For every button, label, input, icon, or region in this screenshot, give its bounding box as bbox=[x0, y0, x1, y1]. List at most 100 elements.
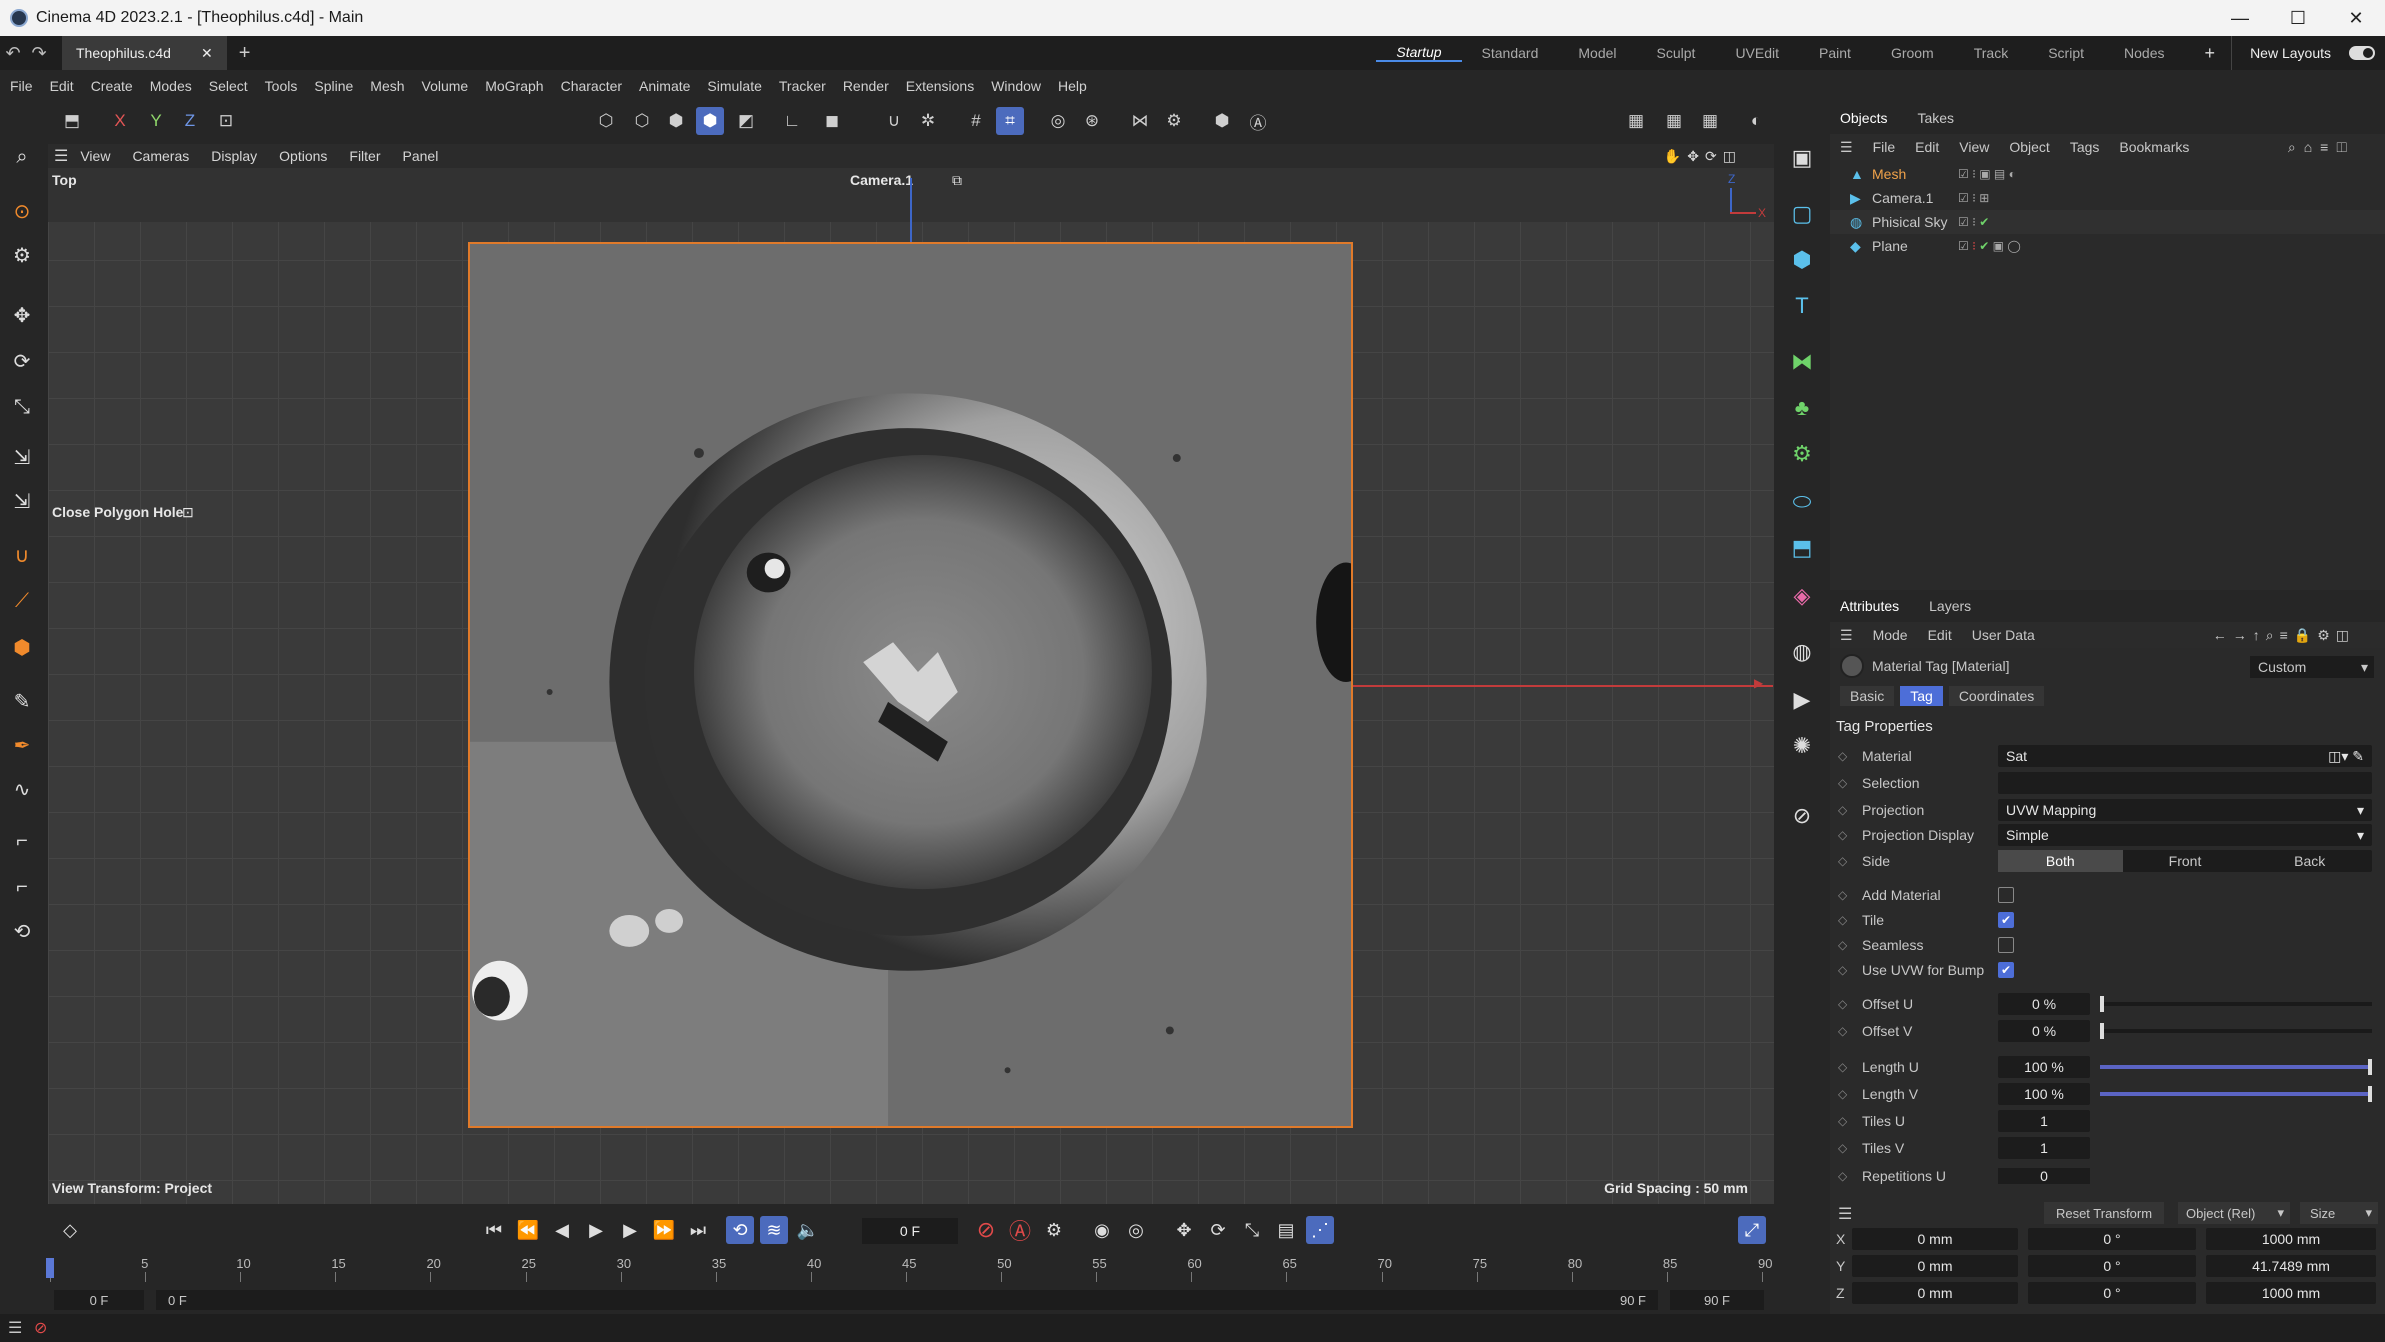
selection-tools-icon[interactable]: ⚙ bbox=[7, 240, 37, 270]
workplane-tool-icon[interactable]: ⟲ bbox=[7, 916, 37, 946]
autokey-icon[interactable]: Ⓐ bbox=[1006, 1216, 1034, 1244]
slider-knob[interactable] bbox=[2100, 996, 2104, 1012]
subtab-tag[interactable]: Tag bbox=[1900, 686, 1943, 706]
preview-end-field[interactable]: 90 F bbox=[1670, 1290, 1764, 1310]
attributes-menu-mode[interactable]: Mode bbox=[1873, 627, 1908, 643]
playback-rate-icon[interactable]: ≋ bbox=[760, 1216, 788, 1244]
menu-tracker[interactable]: Tracker bbox=[779, 78, 826, 94]
attributes-menu-edit[interactable]: Edit bbox=[1928, 627, 1952, 643]
pla-key-icon[interactable]: ⋰ bbox=[1306, 1216, 1334, 1244]
slider-knob[interactable] bbox=[2100, 1023, 2104, 1039]
symmetry-icon[interactable]: ⋈ bbox=[1126, 107, 1154, 135]
selection-field[interactable] bbox=[1998, 772, 2372, 794]
visibility-flags[interactable]: ☑ ⁝ ✔ bbox=[1958, 215, 1989, 229]
length-u-field[interactable]: 100 % bbox=[1998, 1056, 2090, 1078]
keyframe-diamond-icon[interactable]: ◇ bbox=[56, 1216, 84, 1244]
coords-hamburger-icon[interactable]: ☰ bbox=[1838, 1204, 1852, 1224]
timing-icon[interactable]: ◎ bbox=[1122, 1216, 1150, 1244]
camera-icon[interactable]: ⬒ bbox=[58, 107, 86, 135]
model-mode-icon[interactable]: ⬢ bbox=[696, 107, 724, 135]
preset-dropdown[interactable]: Custom ▾ bbox=[2250, 656, 2374, 678]
tiles-v-field[interactable]: 1 bbox=[1998, 1137, 2090, 1159]
length-v-slider[interactable] bbox=[2100, 1086, 2372, 1102]
viewport-menu-filter[interactable]: Filter bbox=[349, 148, 380, 164]
layout-tab-uvedit[interactable]: UVEdit bbox=[1715, 45, 1799, 61]
visibility-flags[interactable]: ☑ ⁝ ⊞ bbox=[1958, 191, 1989, 205]
scale-icon[interactable]: ⤡ bbox=[7, 392, 37, 422]
attributes-menu-userdata[interactable]: User Data bbox=[1972, 627, 2035, 643]
lock-icon[interactable]: Ⓐ bbox=[1244, 107, 1272, 135]
camera-view-icon[interactable]: ▣ bbox=[1786, 142, 1818, 174]
edges-mode-icon[interactable]: ⬡ bbox=[628, 107, 656, 135]
subdivision-surface-icon[interactable]: ⧓ bbox=[1786, 346, 1818, 378]
menu-mograph[interactable]: MoGraph bbox=[485, 78, 543, 94]
size-y-field[interactable]: 41.7489 mm bbox=[2206, 1255, 2376, 1277]
soft-selection-icon[interactable]: ◎ bbox=[1044, 107, 1072, 135]
new-layouts-toggle[interactable] bbox=[2349, 46, 2375, 60]
layout-tab-paint[interactable]: Paint bbox=[1799, 45, 1871, 61]
side-front-button[interactable]: Front bbox=[2123, 850, 2248, 872]
symmetry-settings-icon[interactable]: ⚙ bbox=[1160, 107, 1188, 135]
motion-record-icon[interactable]: ◉ bbox=[1088, 1216, 1116, 1244]
tool-hint-icon[interactable]: ⊡ bbox=[182, 504, 194, 521]
viewport[interactable]: Top Camera.1 ⧉ Close Polygon Hole ⊡ ▶ Z … bbox=[48, 168, 1774, 1204]
size-z-field[interactable]: 1000 mm bbox=[2206, 1282, 2376, 1304]
objects-menu-tags[interactable]: Tags bbox=[2070, 139, 2100, 155]
play-icon[interactable]: ▶ bbox=[582, 1216, 610, 1244]
disabled-tool-icon[interactable]: ⊘ bbox=[1786, 800, 1818, 832]
minimize-button[interactable]: — bbox=[2211, 0, 2269, 36]
use-uvw-bump-checkbox[interactable]: ✔ bbox=[1998, 962, 2014, 978]
position-z-field[interactable]: 0 mm bbox=[1852, 1282, 2018, 1304]
timeline-ruler[interactable]: 051015202530354045505560657075808590 bbox=[46, 1256, 1772, 1284]
material-field[interactable]: Sat ◫▾ ✎ bbox=[1998, 745, 2372, 767]
object-row-camera[interactable]: ▶ Camera.1 ☑ ⁝ ⊞ bbox=[1830, 186, 2385, 210]
rotate-icon[interactable]: ⟳ bbox=[7, 346, 37, 376]
modeling-settings-icon[interactable]: ⊛ bbox=[1078, 107, 1106, 135]
viewport-hamburger-icon[interactable]: ☰ bbox=[54, 146, 68, 166]
size-x-field[interactable]: 1000 mm bbox=[2206, 1228, 2376, 1250]
scene-camera-icon[interactable]: ▶ bbox=[1786, 684, 1818, 716]
effector-icon[interactable]: ⚙ bbox=[1786, 438, 1818, 470]
coordinate-system-icon[interactable]: ⊡ bbox=[212, 107, 240, 135]
menu-volume[interactable]: Volume bbox=[422, 78, 469, 94]
close-window-button[interactable]: ✕ bbox=[2327, 0, 2385, 36]
menu-render[interactable]: Render bbox=[843, 78, 889, 94]
tiles-u-field[interactable]: 1 bbox=[1998, 1110, 2090, 1132]
current-frame-field[interactable]: 0 F bbox=[862, 1218, 958, 1244]
layout-tab-sculpt[interactable]: Sculpt bbox=[1637, 45, 1716, 61]
rotation-p-field[interactable]: 0 ° bbox=[2028, 1255, 2196, 1277]
keyframe-icon[interactable]: ◇ bbox=[1838, 749, 1852, 763]
menu-select[interactable]: Select bbox=[209, 78, 248, 94]
objects-menu-bookmarks[interactable]: Bookmarks bbox=[2119, 139, 2189, 155]
keyframe-icon[interactable]: ◇ bbox=[1838, 888, 1852, 902]
render-settings-icon[interactable]: ▦ bbox=[1696, 107, 1724, 135]
menu-animate[interactable]: Animate bbox=[639, 78, 690, 94]
keyframe-icon[interactable]: ◇ bbox=[1838, 938, 1852, 952]
objects-menu-object[interactable]: Object bbox=[2009, 139, 2049, 155]
knife-icon[interactable]: ⟋ bbox=[7, 586, 37, 616]
go-to-end-icon[interactable]: ⏭ bbox=[684, 1216, 712, 1244]
viewport-menu-cameras[interactable]: Cameras bbox=[132, 148, 189, 164]
moon-texture-plane[interactable] bbox=[468, 242, 1353, 1128]
snap-settings-icon[interactable]: ✲ bbox=[914, 107, 942, 135]
viewport-camera-name[interactable]: Camera.1 bbox=[850, 172, 913, 188]
position-key-icon[interactable]: ✥ bbox=[1170, 1216, 1198, 1244]
timeline-editor-icon[interactable]: ⤢ bbox=[1738, 1216, 1766, 1244]
texture-mode-icon[interactable]: ◼ bbox=[818, 107, 846, 135]
sound-icon[interactable]: 🔈 bbox=[794, 1216, 822, 1244]
layout-tab-nodes[interactable]: Nodes bbox=[2104, 45, 2184, 61]
viewport-menu-panel[interactable]: Panel bbox=[403, 148, 439, 164]
tile-checkbox[interactable]: ✔ bbox=[1998, 912, 2014, 928]
workplane-icon[interactable]: ⌗ bbox=[996, 107, 1024, 135]
keyframe-icon[interactable]: ◇ bbox=[1838, 1141, 1852, 1155]
tab-attributes[interactable]: Attributes bbox=[1840, 598, 1899, 614]
menu-mesh[interactable]: Mesh bbox=[370, 78, 404, 94]
subtab-basic[interactable]: Basic bbox=[1840, 686, 1895, 706]
menu-window[interactable]: Window bbox=[991, 78, 1041, 94]
scale-key-icon[interactable]: ⤡ bbox=[1238, 1216, 1266, 1244]
annotation-icon[interactable]: ⌐ bbox=[7, 872, 37, 902]
keyframe-selection-icon[interactable]: ⚙ bbox=[1040, 1216, 1068, 1244]
text-icon[interactable]: T bbox=[1786, 290, 1818, 322]
material-picker-icon[interactable]: ◫▾ ✎ bbox=[2328, 748, 2364, 765]
object-row-sky[interactable]: ◍ Phisical Sky ☑ ⁝ ✔ bbox=[1830, 210, 2385, 234]
